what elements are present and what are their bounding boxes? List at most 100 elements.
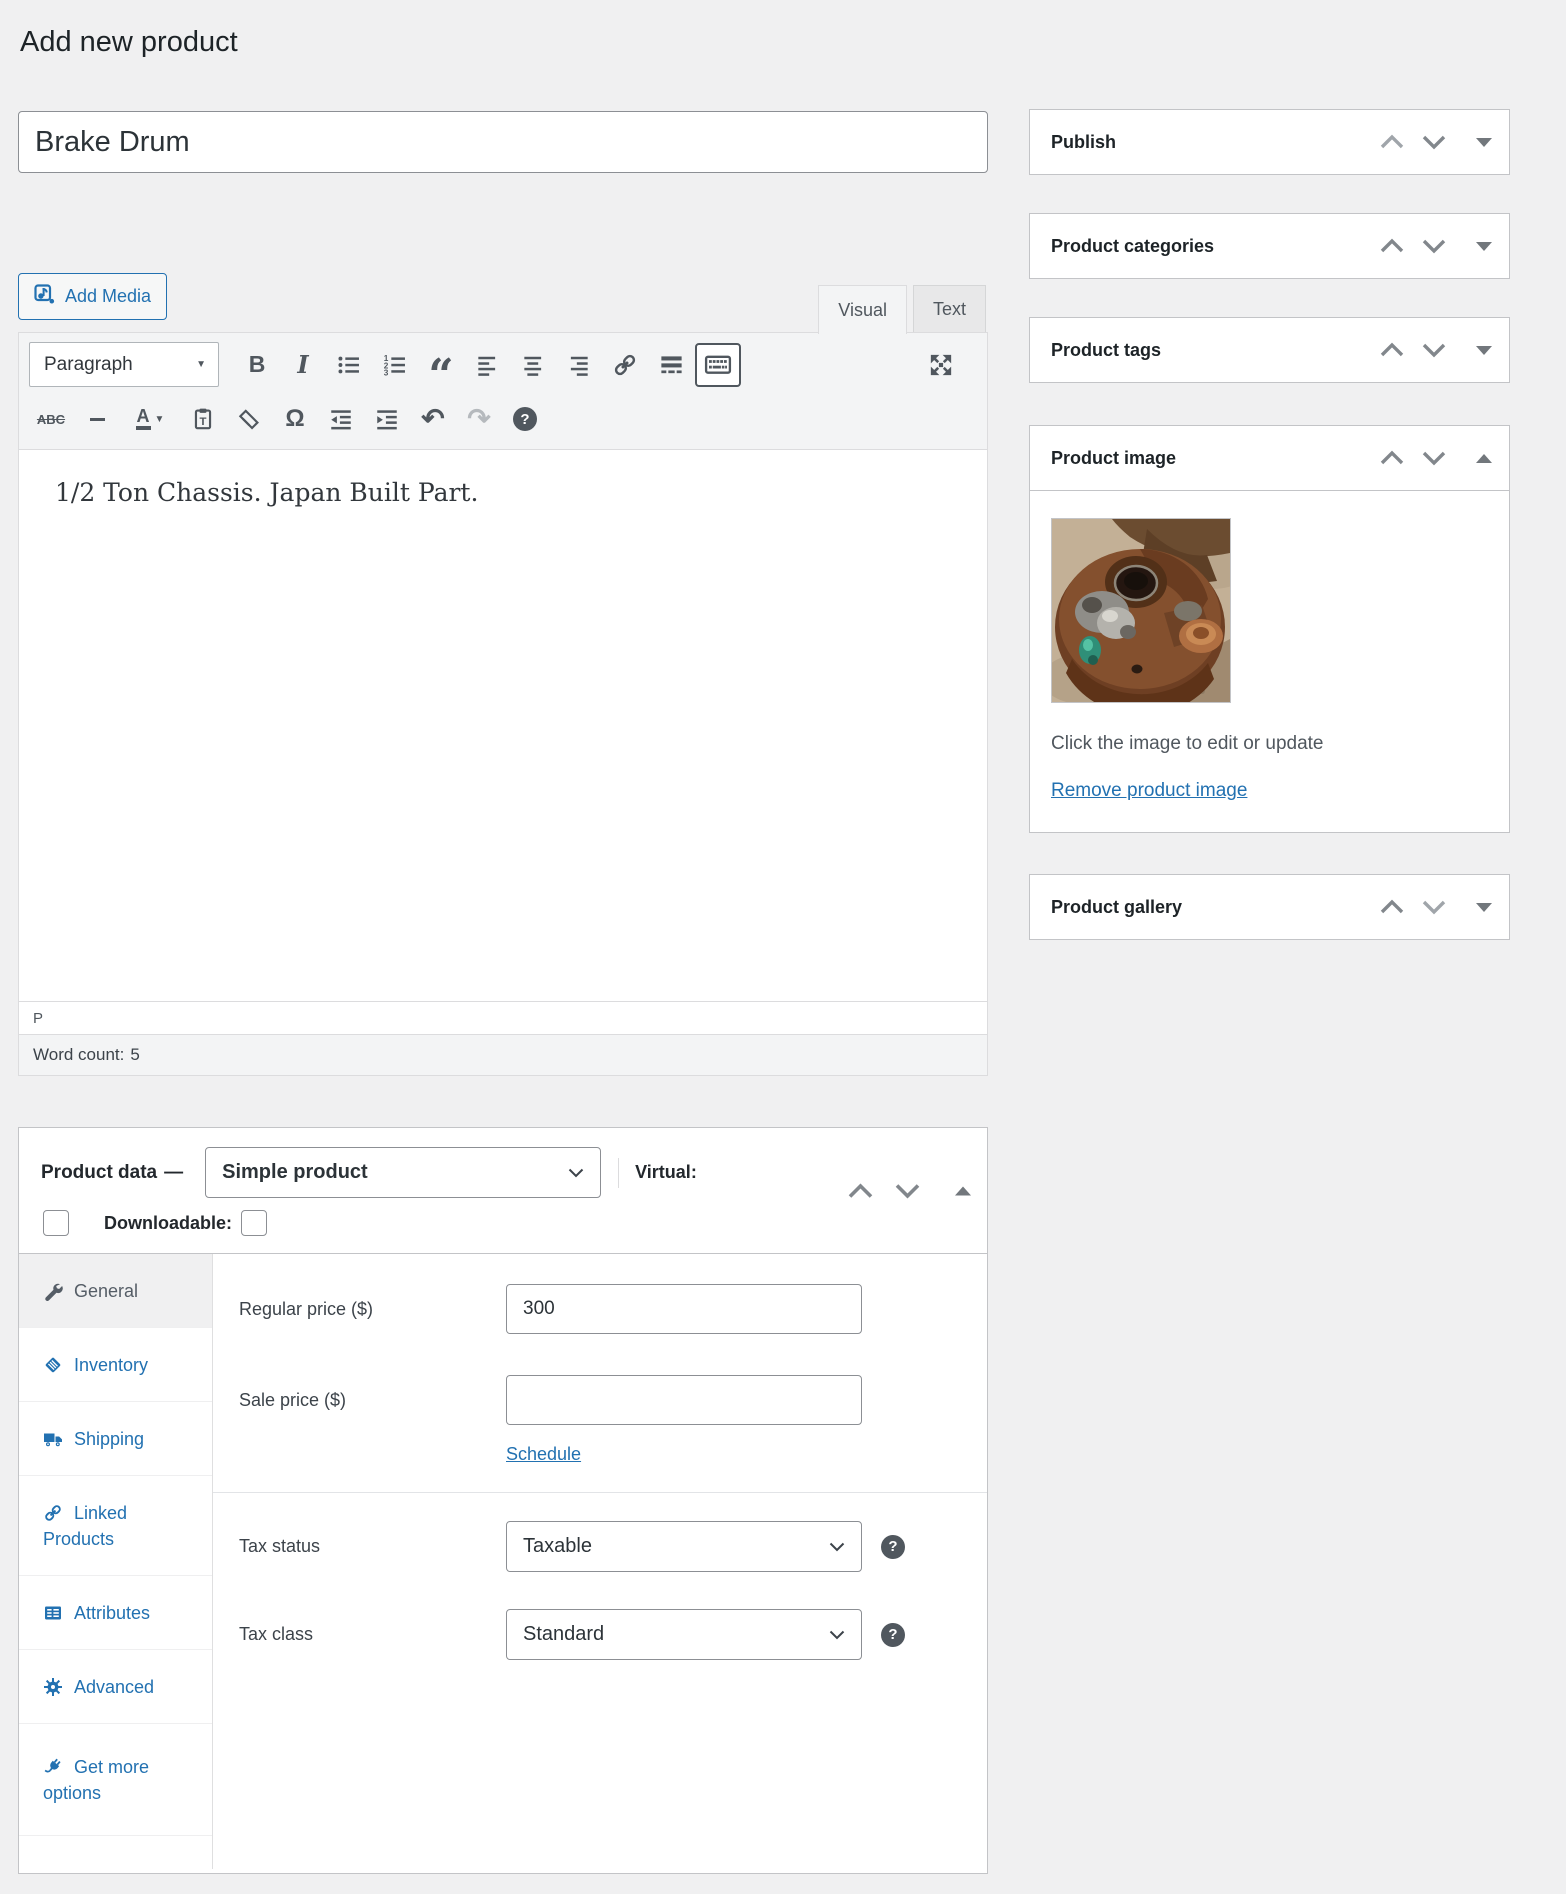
move-up-icon[interactable] bbox=[1379, 237, 1405, 255]
tab-advanced[interactable]: Advanced bbox=[19, 1650, 212, 1724]
tax-class-select[interactable]: Standard bbox=[506, 1609, 862, 1660]
move-up-icon[interactable] bbox=[1379, 133, 1405, 151]
collapse-toggle-icon[interactable] bbox=[1476, 454, 1492, 463]
tax-status-help-icon[interactable]: ? bbox=[881, 1535, 905, 1559]
sidebar: Publish Product categories Produ bbox=[1029, 109, 1510, 978]
redo-button[interactable]: ↷ bbox=[457, 399, 501, 439]
undo-button[interactable]: ↶ bbox=[411, 399, 455, 439]
read-more-icon bbox=[658, 351, 685, 378]
virtual-checkbox[interactable] bbox=[43, 1210, 69, 1236]
add-media-button[interactable]: Add Media bbox=[18, 273, 167, 320]
product-image-thumbnail[interactable] bbox=[1051, 518, 1231, 703]
strikethrough-button[interactable]: ABC bbox=[29, 399, 73, 439]
tax-status-select[interactable]: Taxable bbox=[506, 1521, 862, 1572]
product-type-select[interactable]: Simple product bbox=[205, 1147, 601, 1198]
editor-content[interactable]: 1/2 Ton Chassis. Japan Built Part. bbox=[19, 450, 987, 1001]
product-image-title: Product image bbox=[1051, 448, 1379, 469]
clear-formatting-button[interactable] bbox=[227, 399, 271, 439]
tab-shipping[interactable]: Shipping bbox=[19, 1402, 212, 1476]
description-text: 1/2 Ton Chassis. Japan Built Part. bbox=[55, 478, 951, 507]
move-down-icon[interactable] bbox=[1421, 341, 1447, 359]
move-up-icon[interactable] bbox=[1379, 449, 1405, 467]
regular-price-input[interactable] bbox=[506, 1284, 862, 1334]
editor-help-button[interactable]: ? bbox=[503, 399, 547, 439]
editor-media-row: Add Media Visual Text bbox=[18, 273, 988, 333]
path-element-label: P bbox=[33, 1010, 43, 1027]
tab-text[interactable]: Text bbox=[913, 285, 986, 333]
align-right-button[interactable] bbox=[557, 345, 601, 385]
fullscreen-icon bbox=[927, 351, 955, 379]
downloadable-checkbox[interactable] bbox=[241, 1210, 267, 1236]
move-up-icon[interactable] bbox=[1379, 341, 1405, 359]
remove-product-image-link[interactable]: Remove product image bbox=[1051, 780, 1247, 802]
move-down-icon[interactable] bbox=[1421, 898, 1447, 916]
chevron-down-icon bbox=[829, 1630, 845, 1640]
move-down-icon[interactable] bbox=[1421, 237, 1447, 255]
horizontal-rule-icon bbox=[90, 418, 105, 421]
collapse-toggle-icon[interactable] bbox=[1476, 346, 1492, 355]
indent-icon bbox=[374, 406, 400, 432]
product-image-panel: Product image bbox=[1029, 425, 1510, 833]
product-image-caption: Click the image to edit or update bbox=[1051, 733, 1488, 755]
tab-general[interactable]: General bbox=[19, 1254, 212, 1328]
move-down-icon[interactable] bbox=[1421, 133, 1447, 151]
product-data-title: Product data bbox=[41, 1162, 157, 1184]
tab-attributes[interactable]: Attributes bbox=[19, 1576, 212, 1650]
word-count-value: 5 bbox=[130, 1045, 139, 1065]
text-color-button[interactable]: A ▼ bbox=[121, 399, 179, 439]
collapse-toggle-icon[interactable] bbox=[1476, 138, 1492, 147]
paragraph-format-select[interactable]: Paragraph ▼ bbox=[29, 342, 219, 387]
paste-as-text-icon: T bbox=[190, 406, 216, 432]
read-more-tag-button[interactable] bbox=[649, 345, 693, 385]
product-data-panel: Product data — Simple product Virtual: D… bbox=[18, 1127, 988, 1874]
product-categories-panel: Product categories bbox=[1029, 213, 1510, 279]
align-center-icon bbox=[520, 352, 546, 378]
tab-visual[interactable]: Visual bbox=[818, 285, 907, 334]
outdent-button[interactable] bbox=[319, 399, 363, 439]
tax-class-help-icon[interactable]: ? bbox=[881, 1623, 905, 1647]
tab-linked-products[interactable]: Linked Products bbox=[19, 1476, 212, 1576]
publish-panel-title: Publish bbox=[1051, 132, 1379, 153]
align-left-icon bbox=[474, 352, 500, 378]
numbered-list-button[interactable]: 1 2 3 bbox=[373, 345, 417, 385]
keyboard-shortcuts-button[interactable] bbox=[695, 343, 741, 387]
tab-get-more-options[interactable]: Get more options bbox=[19, 1724, 212, 1836]
schedule-link[interactable]: Schedule bbox=[506, 1444, 581, 1464]
move-down-icon[interactable] bbox=[894, 1181, 921, 1200]
text-color-icon: A bbox=[136, 409, 151, 430]
special-character-button[interactable]: Ω bbox=[273, 399, 317, 439]
move-up-icon[interactable] bbox=[847, 1181, 874, 1200]
product-gallery-title: Product gallery bbox=[1051, 897, 1379, 918]
svg-text:T: T bbox=[200, 416, 207, 428]
collapse-toggle-icon[interactable] bbox=[1476, 903, 1492, 912]
chevron-down-icon: ▼ bbox=[155, 414, 165, 425]
truck-icon bbox=[43, 1429, 63, 1449]
indent-button[interactable] bbox=[365, 399, 409, 439]
plug-icon bbox=[43, 1757, 63, 1777]
align-left-button[interactable] bbox=[465, 345, 509, 385]
chevron-down-icon bbox=[568, 1168, 584, 1178]
description-editor: Paragraph ▼ B I 1 2 3 bbox=[18, 332, 988, 1076]
italic-button[interactable]: I bbox=[281, 345, 325, 385]
collapse-toggle-icon[interactable] bbox=[1476, 242, 1492, 251]
fullscreen-button[interactable] bbox=[919, 345, 963, 385]
sale-price-input[interactable] bbox=[506, 1375, 862, 1425]
tax-class-label: Tax class bbox=[239, 1624, 506, 1645]
tab-inventory[interactable]: Inventory bbox=[19, 1328, 212, 1402]
editor-toolbar: Paragraph ▼ B I 1 2 3 bbox=[19, 333, 987, 450]
insert-link-button[interactable] bbox=[603, 345, 647, 385]
bold-button[interactable]: B bbox=[235, 345, 279, 385]
horizontal-rule-button[interactable] bbox=[75, 399, 119, 439]
add-media-label: Add Media bbox=[65, 286, 151, 307]
align-center-button[interactable] bbox=[511, 345, 555, 385]
product-title-input[interactable] bbox=[18, 111, 988, 173]
move-up-icon[interactable] bbox=[1379, 898, 1405, 916]
move-down-icon[interactable] bbox=[1421, 449, 1447, 467]
collapse-toggle-icon[interactable] bbox=[955, 1186, 971, 1195]
tabs-filler bbox=[19, 1836, 212, 1869]
help-icon: ? bbox=[513, 407, 537, 431]
bulleted-list-button[interactable] bbox=[327, 345, 371, 385]
product-categories-title: Product categories bbox=[1051, 236, 1379, 257]
blockquote-button[interactable]: “ bbox=[419, 345, 463, 385]
paste-as-text-button[interactable]: T bbox=[181, 399, 225, 439]
